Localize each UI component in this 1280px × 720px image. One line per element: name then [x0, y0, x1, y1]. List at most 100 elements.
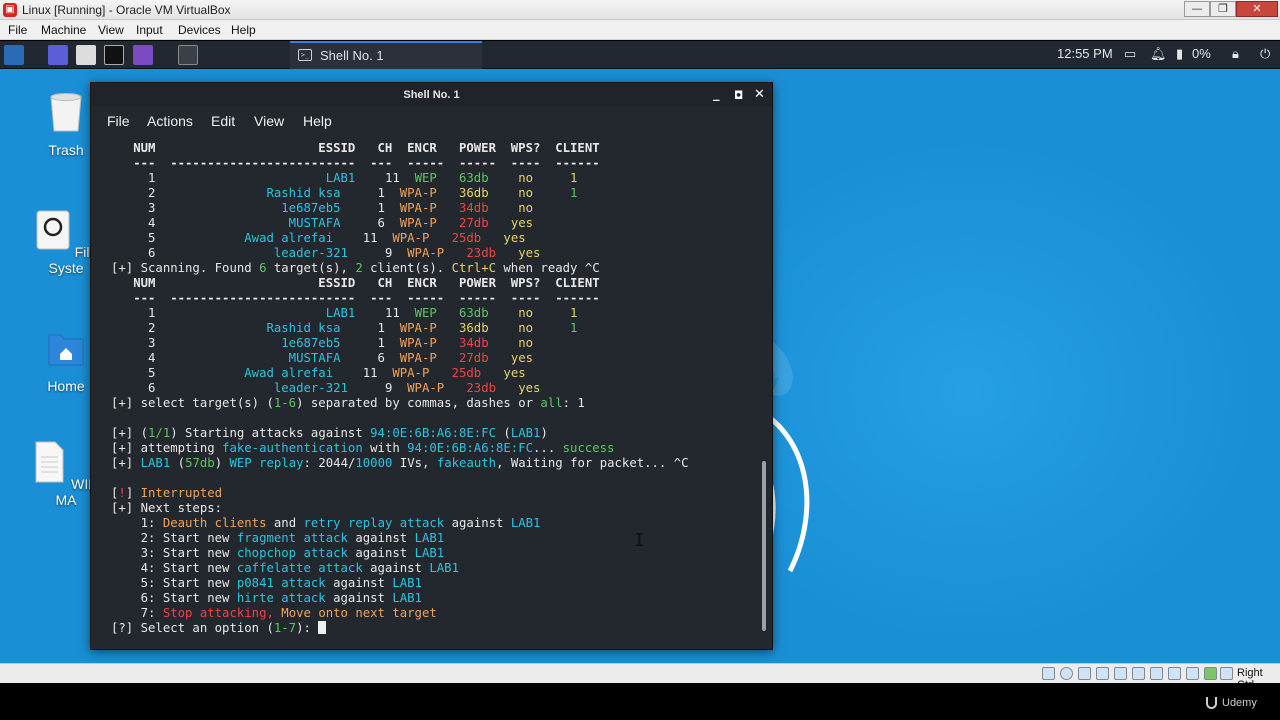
- terminal-text-segment: [+] Next steps:: [111, 501, 223, 515]
- terminal-text-segment: 1: [570, 186, 578, 200]
- menu-file[interactable]: File: [8, 23, 27, 37]
- terminal-text-segment: 2: [111, 321, 156, 335]
- terminal-text-segment: 11: [333, 366, 393, 380]
- terminal-text-segment: ) separated by commas, dashes or: [296, 396, 541, 410]
- menu-view[interactable]: View: [98, 23, 124, 37]
- terminal-text-segment: IVs,: [392, 456, 437, 470]
- terminal-text-segment: [+] (: [111, 426, 149, 440]
- power-icon[interactable]: ⏻: [1260, 46, 1270, 62]
- terminal-text-segment: Ctrl+C: [451, 261, 496, 275]
- terminal-scrollbar[interactable]: [762, 461, 766, 631]
- terminal-text-segment: 1: [340, 201, 400, 215]
- terminal-icon: >_: [298, 49, 312, 61]
- audio-status-icon[interactable]: [1078, 667, 1091, 680]
- menu-help[interactable]: Help: [231, 23, 256, 37]
- close-button[interactable]: ✕: [1236, 1, 1278, 17]
- terminal-launcher-icon[interactable]: [104, 45, 124, 65]
- lock-icon[interactable]: 🔒︎: [1232, 46, 1239, 62]
- terminal-text-segment: Stop attacking,: [162, 606, 282, 620]
- terminal-text-segment: no: [488, 336, 534, 350]
- menu-devices[interactable]: Devices: [178, 23, 221, 37]
- keyboard-status-icon[interactable]: [1220, 667, 1233, 680]
- battery-icon[interactable]: ▮: [1176, 46, 1183, 62]
- terminal-text-segment: fragment attack: [236, 531, 348, 545]
- terminal-text-segment: 1: [111, 306, 326, 320]
- terminal-text-segment: 1: [340, 321, 400, 335]
- terminal-text-segment: and: [266, 516, 304, 530]
- optical-status-icon[interactable]: [1060, 667, 1073, 680]
- terminal-menu-actions[interactable]: Actions: [147, 113, 193, 129]
- network-status-icon[interactable]: [1096, 667, 1109, 680]
- terminal-text-segment: chopchop attack: [236, 546, 348, 560]
- terminal-text-segment: !: [118, 486, 126, 500]
- terminal-text-segment: 11: [333, 231, 393, 245]
- terminal-minimize-icon[interactable]: _: [713, 87, 720, 102]
- menu-machine[interactable]: Machine: [41, 23, 86, 37]
- terminal-text-segment: [?] Select an option (: [111, 621, 274, 635]
- hdd-status-icon[interactable]: [1042, 667, 1055, 680]
- browser-icon[interactable]: [133, 45, 153, 65]
- display-icon[interactable]: ▭: [1124, 46, 1136, 62]
- text-file-icon: [35, 441, 64, 483]
- terminal-output[interactable]: NUM ESSID CH ENCR POWER WPS? CLIENT --- …: [111, 141, 751, 641]
- terminal-menubar: File Actions Edit View Help: [91, 107, 772, 135]
- terminal-menu-view[interactable]: View: [254, 113, 284, 129]
- display-status-icon[interactable]: [1150, 667, 1163, 680]
- kali-menu-icon[interactable]: [4, 45, 24, 65]
- shared-folders-icon[interactable]: [1132, 667, 1145, 680]
- workspace-icon[interactable]: [48, 45, 68, 65]
- terminal-menu-file[interactable]: File: [107, 113, 130, 129]
- terminal-text-segment: 1: [570, 321, 578, 335]
- terminal-text-segment: : 2044/: [303, 456, 356, 470]
- terminal-text-segment: WPA-P: [399, 216, 437, 230]
- terminal-text-segment: LAB1: [392, 576, 422, 590]
- clock[interactable]: 12:55 PM: [1057, 46, 1113, 61]
- terminal-close-icon[interactable]: ✕: [754, 87, 765, 102]
- terminal-text-segment: 94:0E:6B:A6:8E:FC: [370, 426, 496, 440]
- virtualbox-app-icon: ▣: [3, 3, 17, 17]
- terminal-text-segment: no 1: [488, 306, 578, 320]
- recording-status-icon[interactable]: [1168, 667, 1181, 680]
- taskbar-task-shell[interactable]: >_ Shell No. 1: [290, 41, 482, 69]
- terminal-maximize-icon[interactable]: ◘: [734, 89, 743, 102]
- terminal-workspace-icon[interactable]: [178, 45, 198, 65]
- terminal-text-segment: 6: [340, 216, 400, 230]
- terminal-line: 2 Rashid ksa 1 WPA-P 36db no 1: [111, 186, 751, 201]
- terminal-text-segment: 5: [111, 231, 156, 245]
- terminal-text-segment: 36db: [436, 321, 489, 335]
- terminal-text-segment: against: [325, 576, 393, 590]
- cpu-status-icon[interactable]: [1186, 667, 1199, 680]
- terminal-menu-edit[interactable]: Edit: [211, 113, 235, 129]
- terminal-text-segment: WPA-P: [392, 231, 430, 245]
- file-manager-icon[interactable]: [76, 45, 96, 65]
- terminal-line: NUM ESSID CH ENCR POWER WPS? CLIENT: [111, 276, 751, 291]
- terminal-text-segment: 94:0E:6B:A6:8E:FC: [407, 441, 534, 455]
- minimize-button[interactable]: —: [1184, 1, 1210, 17]
- window-title: Linux [Running] - Oracle VM VirtualBox: [22, 3, 231, 17]
- mouse-integration-icon[interactable]: [1204, 667, 1217, 680]
- terminal-text-segment: 1:: [111, 516, 163, 530]
- notification-bell-icon[interactable]: 🔔︎: [1150, 46, 1167, 62]
- usb-status-icon[interactable]: [1114, 667, 1127, 680]
- terminal-text-segment: 9: [347, 246, 408, 260]
- terminal-text-segment: 10000: [355, 456, 393, 470]
- terminal-text-segment: 1: [340, 186, 400, 200]
- terminal-text-segment: against: [362, 561, 430, 575]
- terminal-text-segment: LAB1: [429, 561, 459, 575]
- menu-input[interactable]: Input: [136, 23, 163, 37]
- terminal-menu-help[interactable]: Help: [303, 113, 332, 129]
- terminal-line: 2 Rashid ksa 1 WPA-P 36db no 1: [111, 321, 751, 336]
- terminal-text-segment: 6: Start new: [111, 591, 237, 605]
- desktop-icon-label: Home: [47, 378, 85, 394]
- terminal-text-segment: 25db: [429, 231, 482, 245]
- terminal-text-segment: success: [562, 441, 615, 455]
- terminal-line: 1 LAB1 11 WEP 63db no 1: [111, 306, 751, 321]
- terminal-text-segment: 1-7: [273, 621, 297, 635]
- maximize-button[interactable]: ❐: [1210, 1, 1236, 17]
- virtualbox-menubar: File Machine View Input Devices Help: [0, 20, 1280, 40]
- terminal-text-segment: 34db: [436, 336, 489, 350]
- terminal-window[interactable]: Shell No. 1 _ ◘ ✕ File Actions Edit View…: [90, 82, 773, 650]
- terminal-text-segment: [+] select target(s) (: [111, 396, 274, 410]
- battery-percent: 0%: [1192, 46, 1211, 61]
